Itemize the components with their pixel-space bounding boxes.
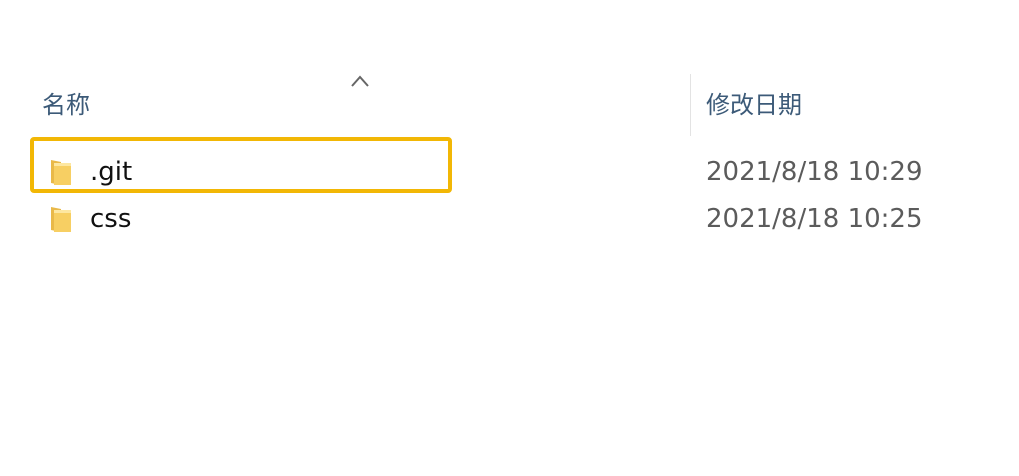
column-header-name[interactable]: 名称 xyxy=(42,90,90,120)
column-divider[interactable] xyxy=(690,74,691,136)
column-header-date-modified[interactable]: 修改日期 xyxy=(706,90,802,120)
column-header-row: 名称 修改日期 xyxy=(0,68,1019,138)
file-name[interactable]: css xyxy=(90,203,131,235)
file-explorer: 名称 修改日期 .git 2021/8/18 10:29 css 2021/8/… xyxy=(0,0,1019,476)
highlight-box xyxy=(30,137,452,193)
chevron-up-icon[interactable] xyxy=(350,74,370,88)
folder-icon xyxy=(51,207,71,232)
file-modified-date: 2021/8/18 10:25 xyxy=(706,204,923,234)
file-row-css[interactable]: css 2021/8/18 10:25 xyxy=(0,197,1019,243)
file-modified-date: 2021/8/18 10:29 xyxy=(706,157,923,187)
